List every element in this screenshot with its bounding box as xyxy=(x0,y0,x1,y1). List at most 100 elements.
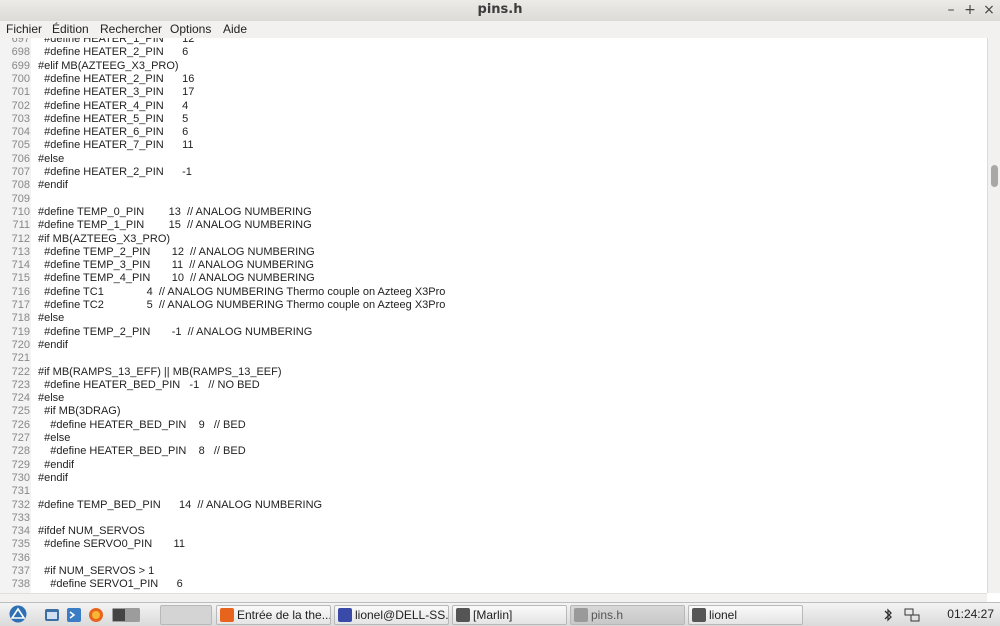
code-line: 721 xyxy=(0,352,980,365)
line-number: 704 xyxy=(11,126,30,139)
code-line: 725 #if MB(3DRAG) xyxy=(0,405,980,418)
line-number: 735 xyxy=(11,538,30,551)
line-number: 724 xyxy=(11,392,30,405)
line-number: 719 xyxy=(11,325,30,338)
text-editor-icon xyxy=(574,608,588,622)
menu-edition[interactable]: Édition xyxy=(49,22,92,36)
line-text: #endif xyxy=(38,471,68,484)
line-text: #endif xyxy=(38,458,75,471)
line-text: #define HEATER_7_PIN 11 xyxy=(38,139,194,152)
line-text: #define SERVO0_PIN 11 xyxy=(38,538,185,551)
code-line: 727 #else xyxy=(0,432,980,445)
line-number: 709 xyxy=(11,192,30,205)
taskbar-task-lionel[interactable]: lionel xyxy=(688,605,803,625)
text-editor[interactable]: 697 #define HEATER_1_PIN 12 698 #define H… xyxy=(0,38,987,593)
code-line: 736 xyxy=(0,552,980,565)
menu-options[interactable]: Options xyxy=(167,22,214,36)
code-line: 697 #define HEATER_1_PIN 12 xyxy=(0,38,980,46)
title-bar: pins.h – + × xyxy=(0,0,1000,22)
code-line: 698 #define HEATER_2_PIN 6 xyxy=(0,46,980,59)
line-text: #endif xyxy=(38,179,68,192)
maximize-button[interactable]: + xyxy=(961,1,979,19)
terminal-x-icon xyxy=(338,608,352,622)
code-line: 711 #define TEMP_1_PIN 15 // ANALOG NUMBE… xyxy=(0,219,980,232)
line-text: #endif xyxy=(38,338,68,351)
line-number: 736 xyxy=(11,551,30,564)
line-text: #define TEMP_2_PIN -1 // ANALOG NUMBERIN… xyxy=(38,325,313,338)
line-text: #define TEMP_0_PIN 13 // ANALOG NUMBERIN… xyxy=(38,205,312,218)
task-label: lionel@DELL-SS... xyxy=(355,608,449,622)
line-number: 729 xyxy=(11,458,30,471)
line-text: #ifdef NUM_SERVOS xyxy=(38,525,145,538)
line-number: 733 xyxy=(11,511,30,524)
line-text: #define HEATER_5_PIN 5 xyxy=(38,112,189,125)
taskbar-blank-task[interactable] xyxy=(160,605,212,625)
file-manager-icon[interactable] xyxy=(44,607,60,623)
code-line: 705 #define HEATER_7_PIN 11 xyxy=(0,139,980,152)
taskbar-task-marlin[interactable]: [Marlin] xyxy=(452,605,567,625)
code-line: 738 #define SERVO1_PIN 6 xyxy=(0,578,980,591)
line-text: #elif MB(AZTEEG_X3_PRO) xyxy=(38,59,179,72)
task-label: Entrée de la the... xyxy=(237,608,331,622)
line-number: 722 xyxy=(11,365,30,378)
code-line: 718 #else xyxy=(0,312,980,325)
line-number: 738 xyxy=(11,578,30,591)
code-line: 709 xyxy=(0,193,980,206)
line-text: #else xyxy=(38,152,65,165)
start-menu-icon[interactable] xyxy=(8,605,28,623)
line-text: #define TEMP_1_PIN 15 // ANALOG NUMBERIN… xyxy=(38,219,312,232)
taskbar-task-firefox[interactable]: Entrée de la the... xyxy=(216,605,331,625)
line-number: 727 xyxy=(11,432,30,444)
taskbar-task-pins[interactable]: pins.h xyxy=(570,605,685,625)
line-number: 731 xyxy=(11,485,30,498)
line-text: #define SERVO1_PIN 6 xyxy=(38,578,183,591)
desktop-switcher-icon[interactable] xyxy=(112,607,140,623)
taskbar-task-terminal[interactable]: lionel@DELL-SS... xyxy=(334,605,449,625)
clock: 01:24:27 xyxy=(947,607,994,621)
line-text: #if NUM_SERVOS > 1 xyxy=(38,565,155,577)
code-line: 719 #define TEMP_2_PIN -1 // ANALOG NUMB… xyxy=(0,326,980,339)
line-number: 707 xyxy=(11,166,30,178)
line-number: 734 xyxy=(11,525,30,538)
line-text: #define HEATER_2_PIN 6 xyxy=(38,46,189,59)
firefox-icon xyxy=(220,608,234,622)
line-number: 705 xyxy=(11,139,30,152)
code-line: 728 #define HEATER_BED_PIN 8 // BED xyxy=(0,445,980,458)
line-number: 737 xyxy=(11,565,30,577)
bluetooth-icon[interactable] xyxy=(880,607,896,623)
code-line: 722 #if MB(RAMPS_13_EFF) || MB(RAMPS_13_E… xyxy=(0,366,980,379)
line-text: #define TEMP_4_PIN 10 // ANALOG NUMBERIN… xyxy=(38,272,315,285)
minimize-button[interactable]: – xyxy=(942,1,960,19)
vertical-scrollbar[interactable] xyxy=(987,38,1000,593)
menu-rechercher[interactable]: Rechercher xyxy=(97,22,165,36)
line-text: #else xyxy=(38,432,71,444)
line-text: #define HEATER_2_PIN -1 xyxy=(38,166,192,178)
code-line: 717 #define TC2 5 // ANALOG NUMBERING Th… xyxy=(0,299,980,312)
code-line: 723 #define HEATER_BED_PIN -1 // NO BED xyxy=(0,379,980,392)
code-line: 706 #else xyxy=(0,153,980,166)
line-number: 698 xyxy=(11,46,30,59)
menu-aide[interactable]: Aide xyxy=(220,22,250,36)
task-label: [Marlin] xyxy=(473,608,513,622)
line-number: 718 xyxy=(11,312,30,325)
code-line: 714 #define TEMP_3_PIN 11 // ANALOG NUMB… xyxy=(0,259,980,272)
code-line: 726 #define HEATER_BED_PIN 9 // BED xyxy=(0,419,980,432)
menu-fichier[interactable]: Fichier xyxy=(3,22,45,36)
line-number: 713 xyxy=(11,245,30,258)
line-number: 716 xyxy=(11,285,30,298)
close-button[interactable]: × xyxy=(980,1,998,19)
code-line: 701 #define HEATER_3_PIN 17 xyxy=(0,86,980,99)
scrollbar-thumb[interactable] xyxy=(991,165,998,187)
line-number: 712 xyxy=(11,232,30,245)
network-icon[interactable] xyxy=(904,607,920,623)
line-text: #else xyxy=(38,312,65,325)
line-number: 710 xyxy=(11,205,30,218)
code-line: 715 #define TEMP_4_PIN 10 // ANALOG NUMB… xyxy=(0,272,980,285)
folder-icon xyxy=(456,608,470,622)
code-line: 732 #define TEMP_BED_PIN 14 // ANALOG NUM… xyxy=(0,499,980,512)
terminal-icon[interactable] xyxy=(66,607,82,623)
line-text: #define HEATER_6_PIN 6 xyxy=(38,126,189,139)
line-text: #define TEMP_2_PIN 12 // ANALOG NUMBERIN… xyxy=(38,245,315,258)
line-number: 699 xyxy=(11,59,30,72)
firefox-icon[interactable] xyxy=(88,607,104,623)
